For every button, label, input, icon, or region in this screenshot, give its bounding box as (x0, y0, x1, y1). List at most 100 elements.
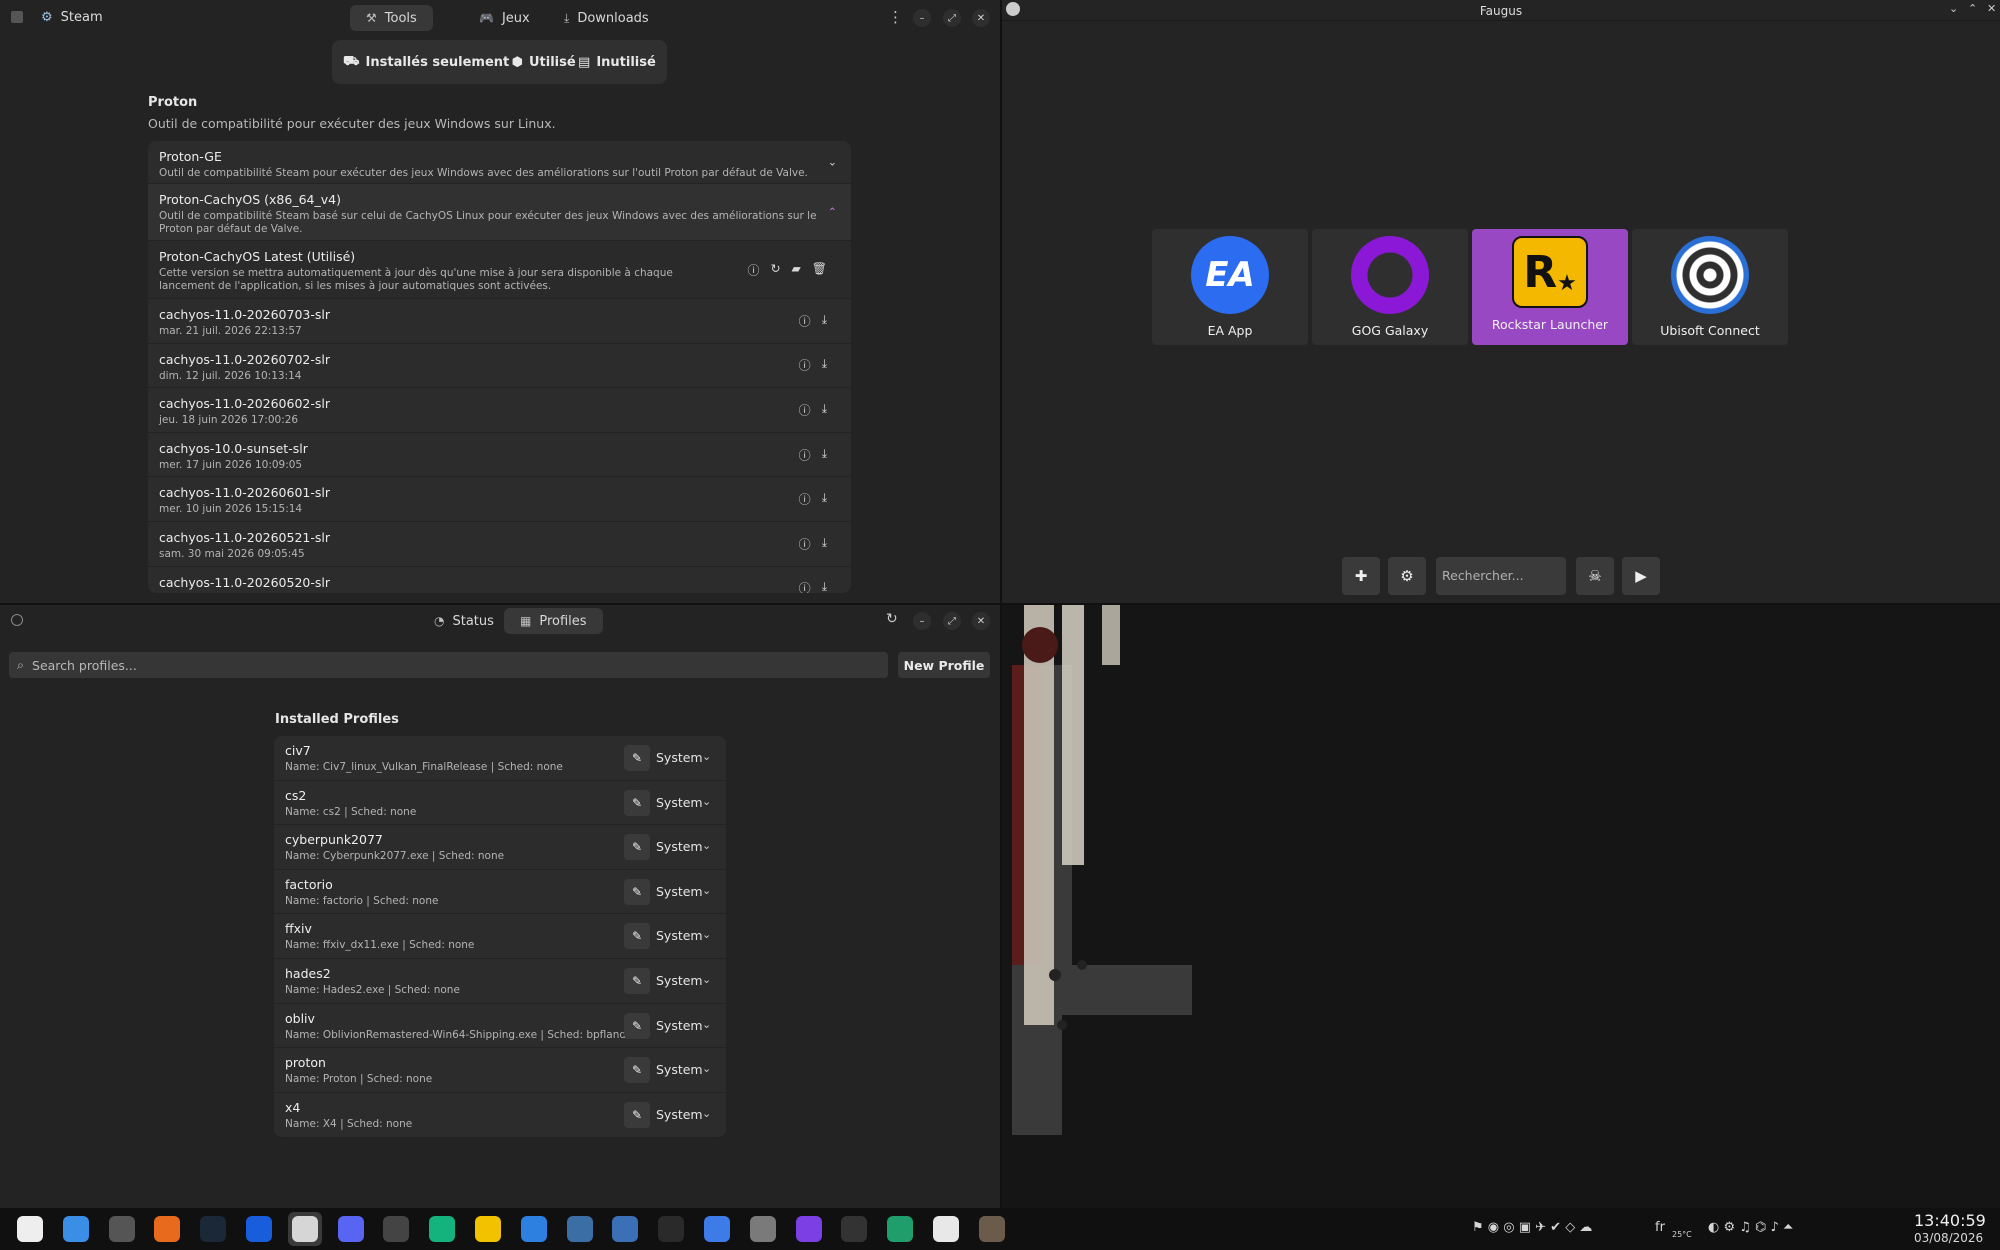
profile-row[interactable]: obliv Name: OblivionRemastered-Win64-Ship… (274, 1004, 726, 1049)
info-icon[interactable]: ⓘ (799, 580, 811, 593)
tape-icon[interactable] (563, 1212, 597, 1246)
mode-select[interactable]: System (656, 1107, 703, 1122)
profile-search-input[interactable]: ⌕ Search profiles... (9, 652, 888, 678)
download-icon[interactable]: ⤓ (822, 580, 827, 593)
proton-latest-row[interactable]: Proton-CachyOS Latest (Utilisé) Cette ve… (148, 241, 851, 299)
clock-date[interactable]: 03/08/2026 (1914, 1231, 1983, 1245)
files-icon[interactable] (59, 1212, 93, 1246)
profile-row[interactable]: civ7 Name: Civ7_linux_Vulkan_FinalRelease… (274, 736, 726, 781)
profile-row[interactable]: factorio Name: factorio | Sched: none ✎ Sys… (274, 870, 726, 915)
tab-downloads[interactable]: ⤓ Downloads (548, 5, 665, 31)
bitwarden-icon[interactable] (242, 1212, 276, 1246)
refresh-icon[interactable]: ↻ (886, 611, 898, 627)
close-button[interactable]: ✕ (972, 9, 990, 27)
editor-icon[interactable] (837, 1212, 871, 1246)
edit-button[interactable]: ✎ (624, 923, 650, 950)
filter-installed[interactable]: ⛟ Installés seulement (343, 54, 509, 71)
chevron-down-icon[interactable]: ⌄ (702, 884, 711, 897)
tab-profiles[interactable]: ▦ Profiles (504, 608, 603, 634)
filter-unused[interactable]: ▤ Inutilisé (578, 55, 656, 70)
proton-version-row[interactable]: cachyos-11.0-20260602-slr jeu. 18 juin 20… (148, 388, 851, 433)
obs-icon[interactable] (654, 1212, 688, 1246)
chevron-down-icon[interactable]: ⌄ (1949, 2, 1958, 15)
launcher-rockstar[interactable]: R ★ Rockstar Launcher (1472, 229, 1628, 345)
group-proton-cachyos[interactable]: Proton-CachyOS (x86_64_v4) Outil de comp… (148, 184, 851, 241)
chevron-down-icon[interactable]: ⌄ (702, 750, 711, 763)
app-menu-icon[interactable] (11, 11, 23, 23)
profile-row[interactable]: x4 Name: X4 | Sched: none ✎ System ⌄ (274, 1093, 726, 1138)
launcher-ea-app[interactable]: EA EA App (1152, 229, 1308, 345)
minimize-button[interactable]: – (913, 612, 931, 630)
edit-button[interactable]: ✎ (624, 789, 650, 816)
chevron-down-icon[interactable]: ⌄ (702, 1062, 711, 1075)
download-icon[interactable]: ⤓ (822, 535, 827, 552)
mode-select[interactable]: System (656, 750, 703, 765)
tray-lang[interactable]: fr (1655, 1220, 1665, 1235)
filter-used[interactable]: ⬢ Utilisé (512, 55, 576, 70)
discord-icon[interactable] (334, 1212, 368, 1246)
mode-select[interactable]: System (656, 839, 703, 854)
steam-icon[interactable] (196, 1212, 230, 1246)
close-button[interactable]: ✕ (972, 612, 990, 630)
play-button[interactable]: ▶ (1622, 557, 1660, 595)
minimize-button[interactable]: – (913, 9, 931, 27)
edit-button[interactable]: ✎ (624, 834, 650, 861)
add-button[interactable]: ✚ (1342, 557, 1380, 595)
kill-button[interactable]: ☠ (1576, 557, 1614, 595)
c-icon[interactable] (746, 1212, 780, 1246)
chevron-down-icon[interactable]: ⌄ (702, 973, 711, 986)
edit-button[interactable]: ✎ (624, 1012, 650, 1039)
tab-jeux[interactable]: 🎮 Jeux (463, 5, 546, 31)
mode-select[interactable]: System (656, 884, 703, 899)
info-icon[interactable]: ⓘ (747, 261, 759, 278)
profile-row[interactable]: proton Name: Proton | Sched: none ✎ System ⌄ (274, 1048, 726, 1093)
profile-row[interactable]: ffxiv Name: ffxiv_dx11.exe | Sched: none ✎… (274, 914, 726, 959)
download-icon[interactable]: ⤓ (822, 446, 827, 463)
proton-version-row[interactable]: cachyos-11.0-20260521-slr sam. 30 mai 202… (148, 522, 851, 567)
profile-row[interactable]: cyberpunk2077 Name: Cyberpunk2077.exe | S… (274, 825, 726, 870)
proton-version-row[interactable]: cachyos-10.0-sunset-slr mer. 17 juin 2026… (148, 433, 851, 478)
chevron-up-icon[interactable]: ⌃ (1968, 2, 1977, 15)
edit-button[interactable]: ✎ (624, 878, 650, 905)
firefox-icon[interactable] (150, 1212, 184, 1246)
obsidian-icon[interactable] (792, 1212, 826, 1246)
profile-row[interactable]: hades2 Name: Hades2.exe | Sched: none ✎ Sys… (274, 959, 726, 1004)
chevron-down-icon[interactable]: ⌄ (702, 795, 711, 808)
mode-select[interactable]: System (656, 928, 703, 943)
clock-time[interactable]: 13:40:59 (1914, 1211, 1986, 1230)
new-profile-button[interactable]: New Profile (898, 652, 990, 678)
terminal-icon[interactable] (105, 1212, 139, 1246)
search-input[interactable]: Rechercher... (1436, 557, 1566, 595)
cog-icon[interactable] (883, 1212, 917, 1246)
maximize-button[interactable]: ⤢ (943, 612, 961, 630)
box-icon[interactable] (700, 1212, 734, 1246)
info-icon[interactable]: ⓘ (799, 535, 811, 552)
arch-tool-icon[interactable] (608, 1212, 642, 1246)
download-icon[interactable]: ⤓ (822, 312, 827, 329)
proton-version-row[interactable]: cachyos-11.0-20260520-slr ⓘ ⤓ (148, 567, 851, 593)
refresh-app-icon[interactable] (425, 1212, 459, 1246)
tray-icons[interactable]: ⚑ ◉ ◎ ▣ ✈ ✔ ◇ ☁ (1472, 1220, 1592, 1235)
proton-version-row[interactable]: cachyos-11.0-20260703-slr mar. 21 juil. 2… (148, 299, 851, 344)
tab-status[interactable]: ◔ Status (418, 608, 510, 634)
download-icon[interactable]: ⤓ (822, 491, 827, 508)
download-icon[interactable]: ⤓ (822, 357, 827, 374)
mode-select[interactable]: System (656, 795, 703, 810)
chevron-down-icon[interactable]: ⌄ (702, 1107, 711, 1120)
gamepad-icon[interactable] (287, 1212, 322, 1246)
launcher-gog-galaxy[interactable]: GOG Galaxy (1312, 229, 1468, 345)
launcher-ubisoft[interactable]: Ubisoft Connect (1632, 229, 1788, 345)
arch-icon[interactable] (13, 1212, 47, 1246)
trash-icon[interactable]: 🗑 (812, 261, 827, 278)
edit-button[interactable]: ✎ (624, 745, 650, 771)
tab-tools[interactable]: ⚒ Tools (350, 5, 433, 31)
profile-row[interactable]: cs2 Name: cs2 | Sched: none ✎ System ⌄ (274, 781, 726, 826)
info-icon[interactable]: ⓘ (799, 312, 811, 329)
edit-button[interactable]: ✎ (624, 967, 650, 994)
close-button[interactable]: ✕ (1987, 2, 1996, 15)
mode-select[interactable]: System (656, 1062, 703, 1077)
maximize-button[interactable]: ⤢ (943, 9, 961, 27)
user-icon[interactable] (471, 1212, 505, 1246)
mode-select[interactable]: System (656, 1018, 703, 1033)
proton-version-row[interactable]: cachyos-11.0-20260702-slr dim. 12 juil. 2… (148, 344, 851, 389)
